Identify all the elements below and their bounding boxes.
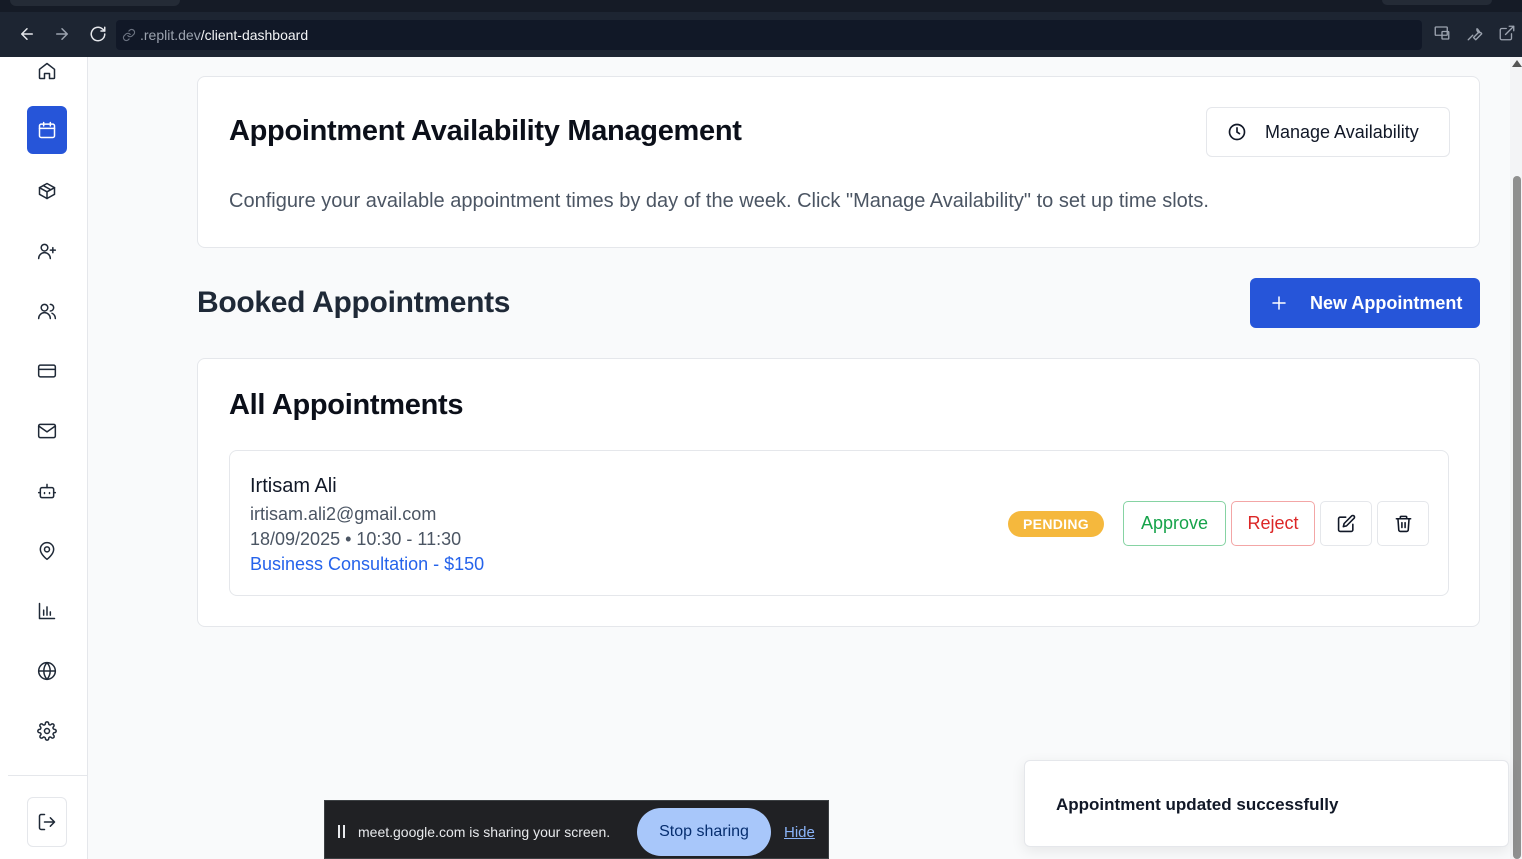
forward-icon[interactable] [50, 22, 74, 46]
all-appointments-card: All Appointments Irtisam Ali irtisam.ali… [197, 358, 1480, 627]
approve-button[interactable]: Approve [1123, 501, 1226, 546]
screen-share-message: meet.google.com is sharing your screen. [358, 824, 611, 840]
all-appointments-title: All Appointments [229, 389, 464, 421]
sidebar-item-clients[interactable] [27, 287, 67, 335]
appointment-datetime: 18/09/2025 • 10:30 - 11:30 [250, 529, 462, 549]
url-host: .replit.dev [140, 27, 201, 43]
credit-card-icon [37, 364, 57, 378]
browser-toolbar: .replit.dev/client-dashboard [0, 12, 1522, 57]
home-icon [38, 62, 56, 80]
availability-title: Appointment Availability Management [229, 115, 742, 147]
bar-chart-icon [38, 602, 56, 620]
users-icon [37, 303, 57, 320]
settings-icon [37, 721, 57, 741]
sidebar-item-bot[interactable] [27, 467, 67, 515]
sidebar-item-website[interactable] [27, 647, 67, 695]
new-appointment-button[interactable]: New Appointment [1250, 278, 1480, 328]
screen-share-bar: meet.google.com is sharing your screen. … [324, 800, 829, 859]
back-icon[interactable] [15, 22, 39, 46]
link-icon [122, 28, 136, 42]
map-pin-icon [39, 541, 55, 561]
sidebar-item-home[interactable] [27, 47, 67, 95]
client-name: Irtisam Ali [250, 475, 337, 497]
edit-button[interactable] [1320, 501, 1372, 546]
status-badge: PENDING [1008, 511, 1104, 537]
scroll-up-arrow[interactable] [1512, 60, 1522, 67]
edit-icon [1337, 514, 1355, 533]
globe-icon [37, 661, 57, 681]
booked-appointments-title: Booked Appointments [197, 286, 511, 319]
sidebar-item-locations[interactable] [27, 527, 67, 575]
clock-icon [1228, 123, 1246, 141]
reject-button[interactable]: Reject [1231, 501, 1315, 546]
logout-button[interactable] [27, 797, 67, 847]
hide-link[interactable]: Hide [784, 824, 815, 841]
sidebar-divider [8, 775, 88, 776]
trash-icon [1395, 515, 1411, 533]
toast-notification: Appointment updated successfully [1024, 760, 1509, 847]
manage-availability-button[interactable]: Manage Availability [1206, 107, 1450, 157]
sidebar-item-appointments[interactable] [27, 106, 67, 154]
sidebar-item-settings[interactable] [27, 707, 67, 755]
stop-sharing-button[interactable]: Stop sharing [637, 808, 771, 856]
sidebar-item-analytics[interactable] [27, 587, 67, 635]
drag-handle-icon[interactable] [338, 825, 346, 838]
logout-icon [38, 813, 56, 831]
sidebar-item-messages[interactable] [27, 407, 67, 455]
manage-availability-label: Manage Availability [1265, 121, 1419, 142]
plus-icon [1272, 296, 1286, 310]
sidebar [8, 57, 88, 859]
appointment-service: Business Consultation - $150 [250, 554, 485, 574]
new-appointment-label: New Appointment [1310, 292, 1463, 313]
url-path: /client-dashboard [200, 27, 309, 43]
mail-icon [37, 423, 57, 439]
calendar-icon [38, 121, 56, 139]
delete-button[interactable] [1377, 501, 1429, 546]
package-icon [38, 182, 56, 200]
reload-icon[interactable] [86, 22, 110, 46]
client-email: irtisam.ali2@gmail.com [250, 504, 437, 524]
toast-message: Appointment updated successfully [1056, 795, 1339, 814]
wrench-icon[interactable] [1466, 24, 1488, 46]
availability-card: Appointment Availability Management Mana… [197, 76, 1480, 248]
open-external-icon[interactable] [1498, 24, 1520, 46]
sidebar-item-payments[interactable] [27, 347, 67, 395]
scrollbar-thumb[interactable] [1513, 176, 1521, 859]
availability-description: Configure your available appointment tim… [229, 190, 1209, 212]
browser-tab[interactable] [10, 0, 180, 6]
sidebar-item-products[interactable] [27, 167, 67, 215]
bot-icon [37, 483, 57, 499]
user-plus-icon [37, 243, 57, 260]
browser-tab-right[interactable] [1382, 0, 1492, 5]
sidebar-item-add-client[interactable] [27, 227, 67, 275]
address-bar[interactable]: .replit.dev/client-dashboard [116, 20, 1422, 50]
browser-tab-strip [0, 0, 1522, 12]
cast-icon[interactable] [1433, 24, 1455, 46]
appointment-item: Irtisam Ali irtisam.ali2@gmail.com 18/09… [229, 450, 1449, 596]
